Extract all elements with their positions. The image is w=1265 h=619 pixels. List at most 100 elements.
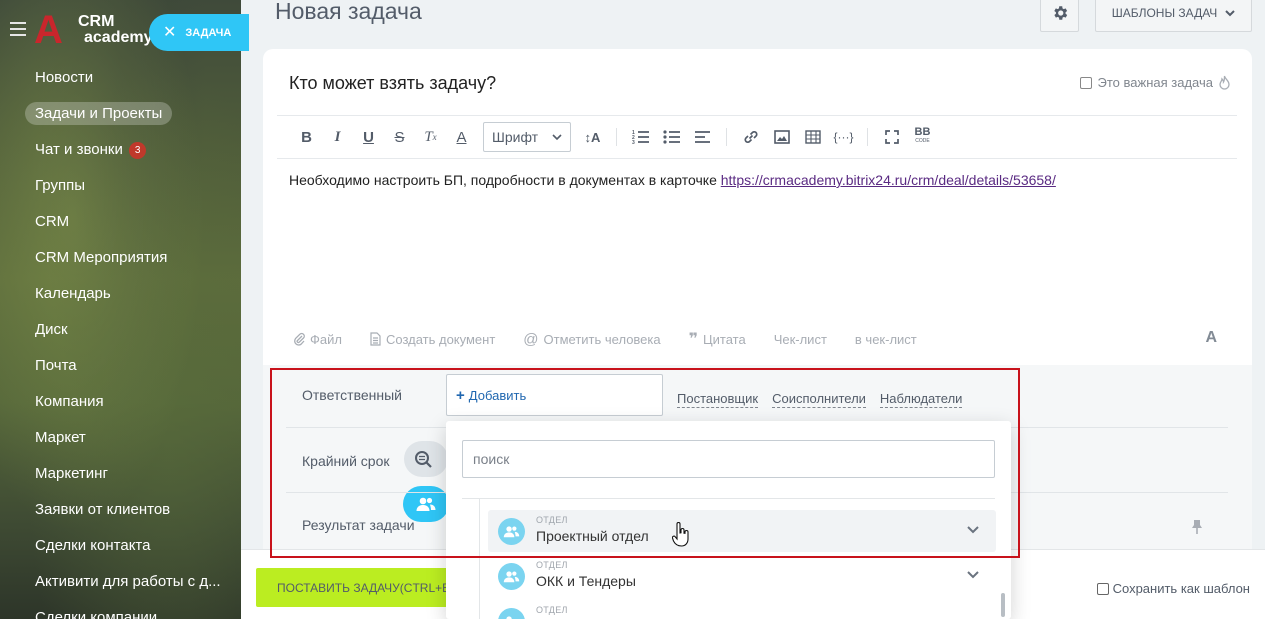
create-document-label: Создать документ xyxy=(385,331,496,347)
sidebar-item-requests[interactable]: Заявки от клиентов xyxy=(24,492,241,528)
chat-counter-badge: 3 xyxy=(128,141,147,159)
sidebar-item-company[interactable]: Компания xyxy=(24,384,241,420)
sidebar-item-crm-events[interactable]: CRM Мероприятия xyxy=(24,240,241,276)
department-item[interactable]: ОТДЕЛ Проектный отдел xyxy=(488,510,996,552)
sidebar-item-marketing[interactable]: Маркетинг xyxy=(24,456,241,492)
users-icon xyxy=(416,497,436,511)
checklist-label: Чек-лист xyxy=(773,331,827,347)
popup-scrollbar[interactable] xyxy=(1001,593,1005,617)
deal-link[interactable]: https://crmacademy.bitrix24.ru/crm/deal/… xyxy=(721,172,1056,188)
fire-icon xyxy=(1219,75,1230,90)
close-task-slider-button[interactable]: ✕ ЗАДАЧА xyxy=(149,14,249,51)
description-body: Необходимо настроить БП, подробности в д… xyxy=(289,172,721,188)
code-button[interactable]: {···} xyxy=(828,122,859,152)
sidebar-item-label: Компания xyxy=(35,393,104,410)
sidebar-item-mail[interactable]: Почта xyxy=(24,348,241,384)
text-format-toggle[interactable]: A xyxy=(1205,329,1217,347)
role-creator-link[interactable]: Постановщик xyxy=(677,391,759,408)
settings-button[interactable] xyxy=(1040,0,1079,32)
sidebar-item-crm[interactable]: CRM xyxy=(24,204,241,240)
save-template-checkbox[interactable] xyxy=(1096,582,1109,595)
add-responsible-button[interactable]: + Добавить xyxy=(446,374,663,416)
sidebar-item-label: CRM xyxy=(35,213,70,230)
crm-academy-logo[interactable]: A CRM academy xyxy=(34,10,164,50)
create-document-button[interactable]: Создать документ xyxy=(370,332,495,347)
sidebar-item-disk[interactable]: Диск xyxy=(24,312,241,348)
clear-format-button[interactable]: Tx xyxy=(415,122,446,152)
role-coexecutors-link[interactable]: Соисполнители xyxy=(772,391,866,408)
left-sidebar: A CRM academy Новости Задачи и Проекты Ч… xyxy=(0,0,241,619)
menu-burger-icon[interactable] xyxy=(10,22,26,36)
strikethrough-button[interactable]: S xyxy=(384,122,415,152)
mention-label: Отметить человека xyxy=(543,331,661,347)
underline-button[interactable]: U xyxy=(353,122,384,152)
sidebar-item-contact-deals[interactable]: Сделки контакта xyxy=(24,528,241,564)
sidebar-item-label: Диск xyxy=(35,321,68,338)
sidebar-item-activities[interactable]: Активити для работы с д... xyxy=(24,564,241,600)
important-label: Это важная задача xyxy=(1097,75,1213,90)
bold-button[interactable]: B xyxy=(291,122,322,152)
logo-letter-a: A xyxy=(34,8,63,52)
sidebar-item-groups[interactable]: Группы xyxy=(24,168,241,204)
search-input[interactable] xyxy=(462,440,995,478)
bbcode-button[interactable]: BB CODE xyxy=(907,122,938,152)
table-icon xyxy=(804,130,821,144)
font-select[interactable]: Шрифт xyxy=(483,122,571,152)
align-button[interactable] xyxy=(687,122,718,152)
task-roles: Постановщик Соисполнители Наблюдатели xyxy=(677,391,963,408)
deadline-search-button[interactable] xyxy=(404,441,448,477)
task-templates-button[interactable]: ШАБЛОНЫ ЗАДАЧ xyxy=(1095,0,1252,32)
toolbar-divider xyxy=(726,128,727,146)
toolbar-divider xyxy=(867,128,868,146)
image-button[interactable] xyxy=(766,122,797,152)
chevron-down-icon[interactable] xyxy=(966,567,980,581)
task-result-label: Результат задачи xyxy=(302,517,415,533)
department-avatar xyxy=(498,563,525,590)
numbered-list-button[interactable]: 123 xyxy=(625,122,656,152)
task-pill-label: ЗАДАЧА xyxy=(185,26,232,39)
sidebar-item-calendar[interactable]: Календарь xyxy=(24,276,241,312)
align-left-icon xyxy=(694,131,710,143)
bullet-list-button[interactable] xyxy=(656,122,687,152)
important-task-toggle[interactable]: Это важная задача xyxy=(1079,75,1230,90)
description-text[interactable]: Необходимо настроить БП, подробности в д… xyxy=(289,172,1056,188)
sidebar-item-label: CRM Мероприятия xyxy=(35,249,168,266)
sidebar-item-chat[interactable]: Чат и звонки 3 xyxy=(24,132,241,168)
fullscreen-button[interactable] xyxy=(876,122,907,152)
department-avatar xyxy=(498,608,525,619)
pin-icon[interactable] xyxy=(1192,519,1202,540)
numbered-list-icon: 123 xyxy=(632,130,649,145)
templates-label: ШАБЛОНЫ ЗАДАЧ xyxy=(1111,6,1218,20)
sidebar-item-label: Задачи и Проекты xyxy=(25,102,173,125)
table-button[interactable] xyxy=(797,122,828,152)
sidebar-item-tasks[interactable]: Задачи и Проекты xyxy=(24,96,241,132)
mention-button[interactable]: @ Отметить человека xyxy=(523,331,660,348)
italic-button[interactable]: I xyxy=(322,122,353,152)
font-color-button[interactable]: A xyxy=(446,122,477,152)
create-task-button[interactable]: ПОСТАВИТЬ ЗАДАЧУ(CTRL+ENTER) xyxy=(256,568,456,607)
quote-button[interactable]: ❞ Цитата xyxy=(689,329,746,349)
attach-file-button[interactable]: Файл xyxy=(293,332,342,347)
task-title-input[interactable]: Кто может взять задачу? xyxy=(289,73,496,94)
sidebar-item-news[interactable]: Новости xyxy=(24,60,241,96)
at-sign-icon: @ xyxy=(523,330,539,348)
department-caption: ОТДЕЛ xyxy=(536,515,568,525)
sidebar-item-market[interactable]: Маркет xyxy=(24,420,241,456)
role-observers-link[interactable]: Наблюдатели xyxy=(879,391,963,408)
link-button[interactable] xyxy=(735,122,766,152)
link-icon xyxy=(743,130,758,144)
department-item[interactable]: ОТДЕЛ xyxy=(488,600,996,619)
to-checklist-button[interactable]: в чек-лист xyxy=(855,332,917,347)
important-checkbox[interactable] xyxy=(1079,76,1092,89)
checklist-button[interactable]: Чек-лист xyxy=(774,332,827,347)
font-size-button[interactable]: ↕A xyxy=(577,122,608,152)
paperclip-icon xyxy=(294,332,305,346)
sidebar-item-company-deals[interactable]: Сделки компании xyxy=(24,600,241,619)
save-as-template-toggle[interactable]: Сохранить как шаблон xyxy=(1096,581,1250,596)
responsible-label: Ответственный xyxy=(302,387,402,403)
to-checklist-label: в чек-лист xyxy=(854,331,917,347)
chevron-down-icon[interactable] xyxy=(966,522,980,536)
svg-text:3: 3 xyxy=(632,140,635,145)
department-item[interactable]: ОТДЕЛ ОКК и Тендеры xyxy=(488,555,996,597)
font-select-value: Шрифт xyxy=(492,129,539,145)
